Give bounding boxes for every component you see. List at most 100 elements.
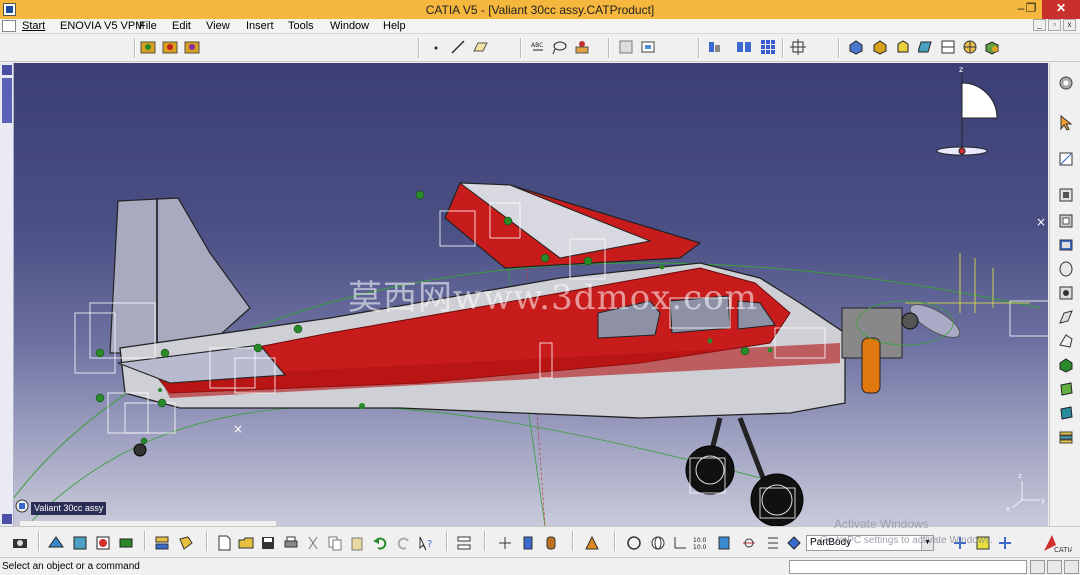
menu-insert[interactable]: Insert <box>246 20 274 32</box>
list-icon[interactable] <box>764 535 780 551</box>
3d-viewport[interactable]: z × × z y x 莫西网www.3dmox.com <box>0 63 1048 526</box>
hide-show-icon[interactable] <box>918 39 934 55</box>
plane-icon[interactable] <box>472 39 488 55</box>
analyze-icon[interactable] <box>118 535 134 551</box>
restore-button[interactable]: ❐ <box>1020 0 1042 19</box>
line-icon[interactable] <box>450 39 466 55</box>
menu-enovia[interactable]: ENOVIA V5 VPM <box>60 20 144 32</box>
wireframe-icon[interactable] <box>895 39 911 55</box>
shading-icon[interactable] <box>848 39 864 55</box>
catalog-editor-icon[interactable] <box>184 39 200 55</box>
menu-tools[interactable]: Tools <box>288 20 314 32</box>
doc-close-button[interactable]: x <box>1063 19 1076 31</box>
toolbar-separator <box>446 531 448 551</box>
compass-icon[interactable] <box>962 39 978 55</box>
save-icon[interactable] <box>260 535 276 551</box>
select-arrow-icon[interactable] <box>1058 115 1074 131</box>
refresh-icon[interactable] <box>626 535 642 551</box>
command-input[interactable] <box>789 560 1027 574</box>
hole-icon[interactable] <box>1058 285 1074 301</box>
tree-root-label[interactable]: Valiant 30cc assy <box>31 502 107 515</box>
print-icon[interactable] <box>283 535 299 551</box>
manipulate-icon[interactable] <box>521 535 537 551</box>
gear-icon[interactable] <box>1058 75 1074 91</box>
menu-view[interactable]: View <box>206 20 230 32</box>
command-button[interactable] <box>1030 560 1045 574</box>
groove-icon[interactable] <box>1058 261 1074 277</box>
fit-all-icon[interactable] <box>618 39 634 55</box>
cut-icon[interactable] <box>305 535 321 551</box>
doc-restore-button[interactable]: ▫ <box>1048 19 1061 31</box>
scroll-thumb[interactable] <box>2 78 12 123</box>
shading-with-edges-icon[interactable] <box>872 39 888 55</box>
scale-icon[interactable]: 10.0 10.0 <box>693 535 709 551</box>
undo-icon[interactable] <box>372 535 388 551</box>
multi-view-icon[interactable] <box>736 39 752 55</box>
swap-visible-space-icon[interactable] <box>640 39 656 55</box>
removed-multi-section-icon[interactable] <box>1058 405 1074 421</box>
axis-system-icon[interactable] <box>672 535 688 551</box>
redo-icon[interactable] <box>396 535 412 551</box>
fly-mode-icon[interactable] <box>790 39 806 55</box>
move-icon[interactable] <box>497 535 513 551</box>
slot-icon[interactable] <box>1058 333 1074 349</box>
measure-icon[interactable] <box>95 535 111 551</box>
snap-icon[interactable] <box>543 535 559 551</box>
text-with-leader-icon[interactable]: ABC <box>530 39 546 55</box>
scroll-up-arrow[interactable] <box>2 65 12 75</box>
menu-file[interactable]: File <box>139 20 157 32</box>
swap-space-icon[interactable] <box>940 39 956 55</box>
doc-minimize-button[interactable]: _ <box>1033 19 1046 31</box>
annotation-scene-icon[interactable] <box>574 39 590 55</box>
command-button[interactable] <box>1047 560 1062 574</box>
open-folder-icon[interactable] <box>238 535 254 551</box>
menu-start[interactable]: Start <box>22 20 45 32</box>
camera-icon[interactable] <box>12 535 28 551</box>
zoom-in-icon[interactable] <box>997 535 1013 551</box>
product-structure-icon[interactable] <box>154 535 170 551</box>
body-icon[interactable] <box>786 535 802 551</box>
command-button[interactable] <box>1064 560 1079 574</box>
close-button[interactable]: ✕ <box>1042 0 1080 19</box>
whats-this-icon[interactable]: ? <box>418 535 434 551</box>
normal-view-icon[interactable] <box>706 39 722 55</box>
menu-edit[interactable]: Edit <box>172 20 191 32</box>
svg-text:10.0: 10.0 <box>693 537 707 544</box>
knowledge-icon[interactable] <box>584 535 600 551</box>
pocket-icon[interactable] <box>1058 213 1074 229</box>
flag-note-icon[interactable] <box>552 39 568 55</box>
menu-window[interactable]: Window <box>330 20 369 32</box>
sheet-icon[interactable] <box>716 535 732 551</box>
formula-icon[interactable] <box>741 535 757 551</box>
scroll-down-arrow[interactable] <box>2 514 12 524</box>
constraint-icon[interactable] <box>72 535 88 551</box>
globe-icon[interactable] <box>650 535 666 551</box>
multi-section-icon[interactable] <box>1058 381 1074 397</box>
exploded-view-icon[interactable] <box>456 535 472 551</box>
update-icon[interactable] <box>48 535 64 551</box>
layers-icon[interactable] <box>1058 429 1074 445</box>
svg-text:CATIA: CATIA <box>1054 546 1072 553</box>
pad-icon[interactable] <box>1058 187 1074 203</box>
point-icon[interactable] <box>428 39 444 55</box>
toolbar-separator <box>484 531 486 551</box>
viewport-scrollbar[interactable] <box>0 63 14 526</box>
shaft-icon[interactable] <box>1058 237 1074 253</box>
material-icon[interactable] <box>984 39 1000 55</box>
stiffener-icon[interactable] <box>1058 357 1074 373</box>
top-toolbar: ABC <box>0 34 1080 62</box>
grid-view-icon[interactable] <box>760 39 776 55</box>
sketcher-icon[interactable] <box>1058 151 1074 167</box>
menu-bar: Start ENOVIA V5 VPM File Edit View Inser… <box>0 19 1080 34</box>
copy-icon[interactable] <box>327 535 343 551</box>
right-toolbar <box>1049 63 1080 526</box>
new-file-icon[interactable] <box>216 535 232 551</box>
svg-text:×: × <box>233 422 243 436</box>
product-tree-icon[interactable] <box>14 498 30 514</box>
rib-icon[interactable] <box>1058 309 1074 325</box>
assembly-icon[interactable] <box>178 535 194 551</box>
menu-help[interactable]: Help <box>383 20 406 32</box>
paste-icon[interactable] <box>349 535 365 551</box>
catalog-icon[interactable] <box>140 39 156 55</box>
catalog-browser-icon[interactable] <box>162 39 178 55</box>
